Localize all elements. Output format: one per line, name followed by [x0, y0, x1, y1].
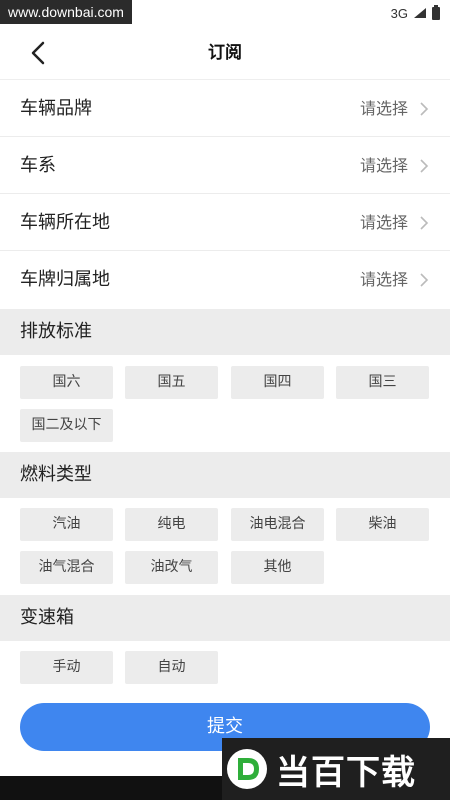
chip-emission[interactable]: 国五 — [125, 366, 218, 399]
page-title: 订阅 — [208, 43, 242, 63]
row-brand[interactable]: 车辆品牌 请选择 — [0, 80, 450, 137]
battery-icon — [432, 4, 440, 20]
chip-gearbox[interactable]: 自动 — [125, 651, 218, 684]
chip-emission[interactable]: 国四 — [231, 366, 324, 399]
select-rows: 车辆品牌 请选择 车系 请选择 车辆所在地 请选择 车牌归属地 请选择 — [0, 80, 450, 308]
section-fuel: 燃料类型 — [0, 452, 450, 498]
logo-d-icon — [227, 749, 267, 789]
signal-icon — [414, 8, 426, 18]
chip-emission[interactable]: 国二及以下 — [20, 409, 113, 442]
row-label: 车牌归属地 — [20, 269, 110, 290]
chip-gearbox[interactable]: 手动 — [20, 651, 113, 684]
status-bar: www.downbai.com 3G — [0, 0, 450, 26]
row-value: 请选择 — [359, 270, 408, 289]
section-title: 排放标准 — [20, 321, 92, 342]
chip-fuel[interactable]: 油改气 — [125, 551, 218, 584]
watermark-logo: 当百下载 — [222, 738, 450, 800]
header: 订阅 — [0, 26, 450, 80]
chip-emission[interactable]: 国六 — [20, 366, 113, 399]
row-location[interactable]: 车辆所在地 请选择 — [0, 194, 450, 251]
row-value: 请选择 — [359, 99, 408, 118]
row-label: 车辆品牌 — [20, 98, 92, 119]
row-value: 请选择 — [359, 213, 408, 232]
chip-fuel[interactable]: 纯电 — [125, 508, 218, 541]
network-type: 3G — [390, 5, 408, 21]
chevron-right-icon — [420, 159, 429, 173]
section-gearbox: 变速箱 — [0, 595, 450, 641]
watermark-url: www.downbai.com — [0, 0, 132, 24]
chevron-right-icon — [420, 273, 429, 287]
row-label: 车辆所在地 — [20, 212, 110, 233]
row-value: 请选择 — [359, 156, 408, 175]
chevron-right-icon — [420, 102, 429, 116]
section-title: 燃料类型 — [20, 464, 92, 485]
chevron-right-icon — [420, 216, 429, 230]
chip-fuel[interactable]: 油气混合 — [20, 551, 113, 584]
row-series[interactable]: 车系 请选择 — [0, 137, 450, 194]
section-title: 变速箱 — [20, 607, 74, 628]
row-label: 车系 — [20, 155, 56, 176]
chip-emission[interactable]: 国三 — [336, 366, 429, 399]
chip-fuel[interactable]: 其他 — [231, 551, 324, 584]
section-emission: 排放标准 — [0, 309, 450, 355]
chip-fuel[interactable]: 汽油 — [20, 508, 113, 541]
status-icons: 3G — [391, 4, 440, 22]
chip-fuel[interactable]: 油电混合 — [231, 508, 324, 541]
watermark-logo-text: 当百下载 — [276, 752, 416, 793]
row-plate-region[interactable]: 车牌归属地 请选择 — [0, 251, 450, 308]
chip-fuel[interactable]: 柴油 — [336, 508, 429, 541]
